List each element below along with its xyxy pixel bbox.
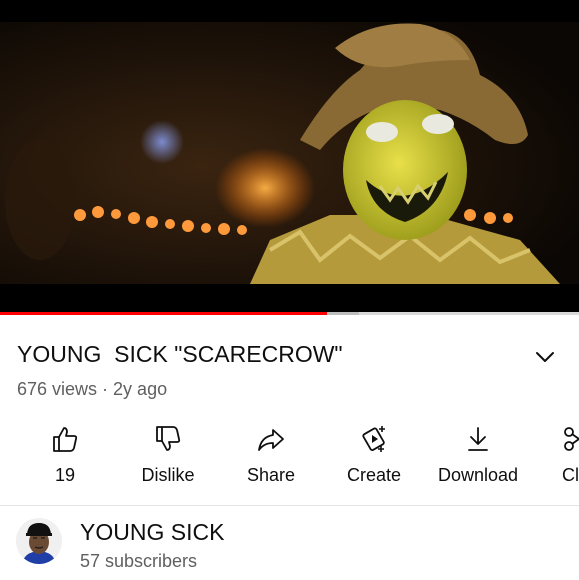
download-icon [468,427,488,451]
video-title[interactable]: YOUNG SICK "SCARECROW" [17,341,343,368]
clip-button[interactable]: Cl [552,420,579,490]
dislike-button[interactable]: Dislike [133,420,203,490]
chevron-down-icon[interactable] [532,344,558,370]
create-label: Create [346,465,402,485]
view-count: 676 views [17,379,98,399]
share-icon [258,429,284,451]
meta-separator: · [102,379,109,399]
video-progress-bar[interactable] [0,312,579,315]
video-player[interactable] [0,0,579,315]
share-button[interactable]: Share [236,420,306,490]
channel-name[interactable]: YOUNG SICK [80,519,224,546]
create-button[interactable]: Create [339,420,409,490]
upload-age: 2y ago [113,379,168,399]
dislike-label: Dislike [141,465,195,485]
download-label: Download [438,465,519,485]
progress-played [0,312,327,315]
thumbs-up-icon [53,427,78,452]
video-meta[interactable]: 676 views · 2y ago [17,379,167,400]
avatar-image [16,518,62,564]
divider [0,505,579,506]
like-button[interactable]: 19 [30,420,100,490]
scissors-icon [564,427,579,451]
like-count: 19 [54,465,76,485]
channel-avatar[interactable] [16,518,62,564]
video-frame [0,0,579,315]
action-bar: 19 Dislike Share Create Download Cl [0,420,579,490]
clip-label: Cl [562,465,579,485]
subscriber-count: 57 subscribers [80,551,198,571]
thumbs-down-icon [156,426,181,451]
share-label: Share [246,465,296,485]
create-sparkle-icon [362,426,385,452]
download-button[interactable]: Download [438,420,518,490]
